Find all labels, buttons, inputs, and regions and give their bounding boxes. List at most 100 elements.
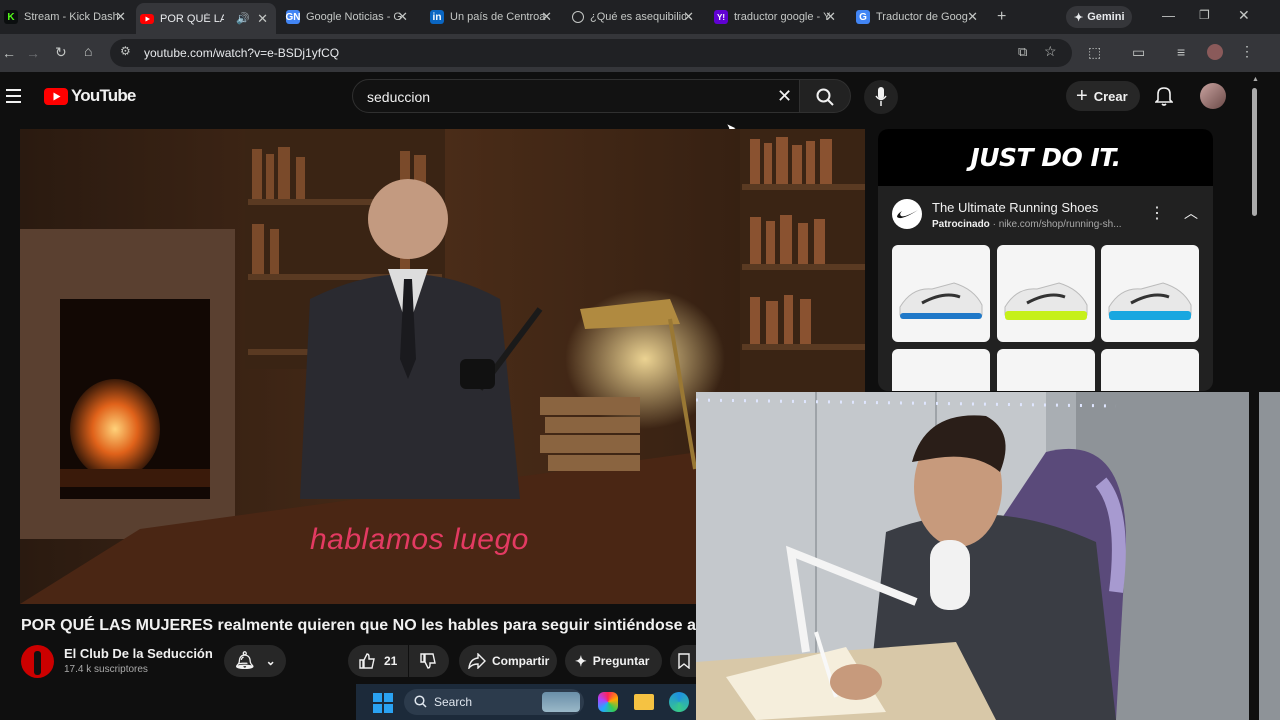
copilot-icon[interactable]: [598, 692, 618, 712]
search-value[interactable]: seduccion: [367, 89, 430, 105]
close-tab-icon[interactable]: ✕: [257, 11, 268, 27]
url-text[interactable]: youtube.com/watch?v=e-BSDj1yfCQ: [144, 46, 339, 60]
address-bar[interactable]: ⚙ youtube.com/watch?v=e-BSDj1yfCQ ⧉ ☆: [110, 39, 1072, 67]
account-avatar[interactable]: [1200, 83, 1226, 109]
browser-tab-strip: K Stream - Kick Dash ✕ POR QUÉ LAS MUJ 🔊…: [0, 0, 1280, 34]
youtube-play-icon: [44, 87, 68, 105]
notifications-bell-icon[interactable]: [1155, 86, 1173, 106]
site-info-icon[interactable]: ⚙: [120, 44, 131, 58]
browser-toolbar: ← → ↻ ⌂ ⚙ youtube.com/watch?v=e-BSDj1yfC…: [0, 34, 1280, 72]
shoe-product-4[interactable]: [892, 349, 990, 391]
windows-taskbar: Search: [356, 684, 696, 720]
search-icon: [414, 695, 427, 708]
gemini-sparkle-icon: ✦: [1074, 11, 1084, 24]
ad-more-options-icon[interactable]: ⋮: [1149, 203, 1165, 223]
cast-icon[interactable]: ▭: [1132, 44, 1145, 61]
tab-chatgpt[interactable]: ¿Qué es asequibilida ✕: [568, 4, 702, 30]
edge-browser-icon[interactable]: [669, 692, 689, 712]
tab-youtube-active[interactable]: POR QUÉ LAS MUJ 🔊 ✕: [136, 3, 276, 34]
tab-title: Un país de Centroa: [450, 11, 546, 23]
like-button[interactable]: 21: [348, 645, 408, 677]
ad-domain: nike.com/shop/running-sh...: [998, 219, 1122, 230]
sponsored-ad-panel[interactable]: JUST DO IT. The Ultimate Running Shoes P…: [878, 129, 1213, 391]
shoe-product-3[interactable]: [1101, 245, 1199, 342]
shoe-product-2[interactable]: [997, 245, 1095, 342]
tab-title: POR QUÉ LAS MUJ: [160, 12, 224, 25]
close-tab-icon[interactable]: ✕: [683, 9, 694, 25]
taskbar-search-label: Search: [434, 695, 473, 709]
tab-linkedin[interactable]: in Un país de Centroa ✕: [426, 4, 560, 30]
shoe-image: [1004, 282, 1088, 320]
search-highlight-image: [542, 692, 580, 712]
restore-window-button[interactable]: ❐: [1199, 8, 1210, 22]
more-menu-icon[interactable]: ⋮: [1240, 43, 1254, 60]
tab-yahoo[interactable]: Y! traductor google - Y ✕: [710, 4, 844, 30]
scrollbar-thumb[interactable]: [1252, 88, 1257, 216]
ad-banner[interactable]: JUST DO IT.: [878, 129, 1213, 186]
linkedin-icon: in: [430, 10, 444, 24]
file-explorer-icon[interactable]: [634, 694, 654, 710]
thumbs-down-icon: [420, 653, 436, 669]
search-button[interactable]: [799, 79, 851, 113]
gemini-label: Gemini: [1087, 11, 1125, 23]
video-subtitle: hablamos luego: [310, 523, 529, 556]
nike-logo-icon[interactable]: [892, 199, 922, 229]
menu-hamburger-icon[interactable]: [6, 89, 21, 103]
bookmark-star-icon[interactable]: ☆: [1044, 43, 1057, 60]
sponsored-label: Patrocinado: [932, 219, 990, 230]
close-tab-icon[interactable]: ✕: [115, 9, 126, 25]
extensions-icon[interactable]: ⬚: [1088, 44, 1101, 61]
tab-google-translate[interactable]: G Traductor de Goog ✕: [852, 4, 986, 30]
back-arrow-icon[interactable]: ←: [2, 45, 16, 61]
speaker-icon[interactable]: 🔊: [236, 12, 250, 25]
share-button[interactable]: Compartir: [459, 645, 557, 677]
close-tab-icon[interactable]: ✕: [967, 9, 978, 25]
channel-avatar[interactable]: [21, 645, 54, 678]
kick-icon: K: [4, 10, 18, 24]
gemini-button[interactable]: ✦ Gemini: [1066, 6, 1132, 28]
create-button[interactable]: + Crear: [1066, 81, 1140, 111]
ad-title[interactable]: The Ultimate Running Shoes: [932, 200, 1098, 215]
shoe-product-5[interactable]: [997, 349, 1095, 391]
close-tab-icon[interactable]: ✕: [397, 9, 408, 25]
subscription-bell-button[interactable]: 🔔︎ ⌄: [224, 645, 286, 677]
home-icon[interactable]: ⌂: [84, 43, 92, 59]
profile-avatar-icon[interactable]: [1207, 44, 1223, 60]
save-button[interactable]: [670, 645, 696, 677]
forward-arrow-icon[interactable]: →: [26, 45, 40, 61]
shoe-product-6[interactable]: [1101, 349, 1199, 391]
youtube-logo[interactable]: YouTube: [44, 86, 136, 106]
shoe-product-1[interactable]: [892, 245, 990, 342]
new-tab-button[interactable]: +: [997, 8, 1006, 26]
voice-search-button[interactable]: [864, 80, 898, 114]
ask-button[interactable]: ✦ Preguntar: [565, 645, 662, 677]
share-icon: [468, 653, 486, 669]
reload-icon[interactable]: ↻: [55, 44, 67, 61]
share-label: Compartir: [492, 654, 550, 668]
taskbar-search[interactable]: Search: [404, 689, 584, 715]
video-title: POR QUÉ LAS MUJERES realmente quieren qu…: [21, 617, 717, 634]
bell-icon: 🔔︎: [234, 651, 256, 670]
close-tab-icon[interactable]: ✕: [541, 9, 552, 25]
dislike-button[interactable]: [409, 645, 449, 677]
minimize-window-button[interactable]: —: [1162, 8, 1175, 23]
youtube-icon: [140, 12, 154, 26]
search-input[interactable]: seduccion ✕: [352, 79, 800, 113]
tab-kick[interactable]: K Stream - Kick Dash ✕: [0, 4, 134, 30]
clear-search-icon[interactable]: ✕: [777, 86, 792, 107]
windows-start-icon[interactable]: [373, 693, 393, 713]
youtube-header: YouTube seduccion ✕ + Crear: [0, 72, 1248, 122]
channel-name[interactable]: El Club De la Seducción: [64, 646, 213, 661]
microphone-icon: [875, 87, 887, 106]
page-scrollbar[interactable]: ▲: [1249, 72, 1259, 720]
thumbs-up-icon: [359, 653, 375, 669]
bookmark-icon: [678, 653, 690, 669]
close-window-button[interactable]: ✕: [1238, 7, 1250, 24]
chevron-up-icon[interactable]: ︿: [1184, 203, 1198, 223]
install-app-icon[interactable]: ⧉: [1018, 44, 1027, 60]
tab-google-news[interactable]: GN Google Noticias - G ✕: [282, 4, 416, 30]
media-controls-icon[interactable]: ≡: [1177, 44, 1185, 60]
youtube-wordmark: YouTube: [71, 86, 136, 105]
close-tab-icon[interactable]: ✕: [825, 9, 836, 25]
scroll-up-arrow-icon[interactable]: ▲: [1252, 76, 1259, 83]
